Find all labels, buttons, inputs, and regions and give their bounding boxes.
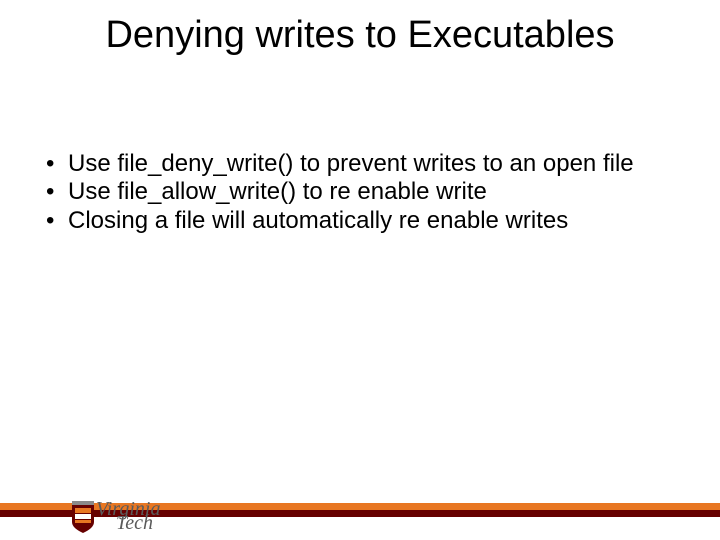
logo-line2: Tech xyxy=(116,515,160,532)
bullet-list: Use file_deny_write() to prevent writes … xyxy=(40,150,680,235)
slide-content: Use file_deny_write() to prevent writes … xyxy=(40,150,680,235)
slide-title: Denying writes to Executables xyxy=(0,14,720,57)
list-item: Closing a file will automatically re ena… xyxy=(40,207,680,235)
slide: Denying writes to Executables Use file_d… xyxy=(0,0,720,540)
vt-logo-text: Virginia Tech xyxy=(96,501,160,533)
list-item: Use file_allow_write() to re enable writ… xyxy=(40,178,680,206)
slide-footer: Virginia Tech xyxy=(0,462,720,540)
vt-logo: Virginia Tech xyxy=(70,500,160,534)
vt-shield-icon xyxy=(70,500,96,534)
list-item: Use file_deny_write() to prevent writes … xyxy=(40,150,680,178)
